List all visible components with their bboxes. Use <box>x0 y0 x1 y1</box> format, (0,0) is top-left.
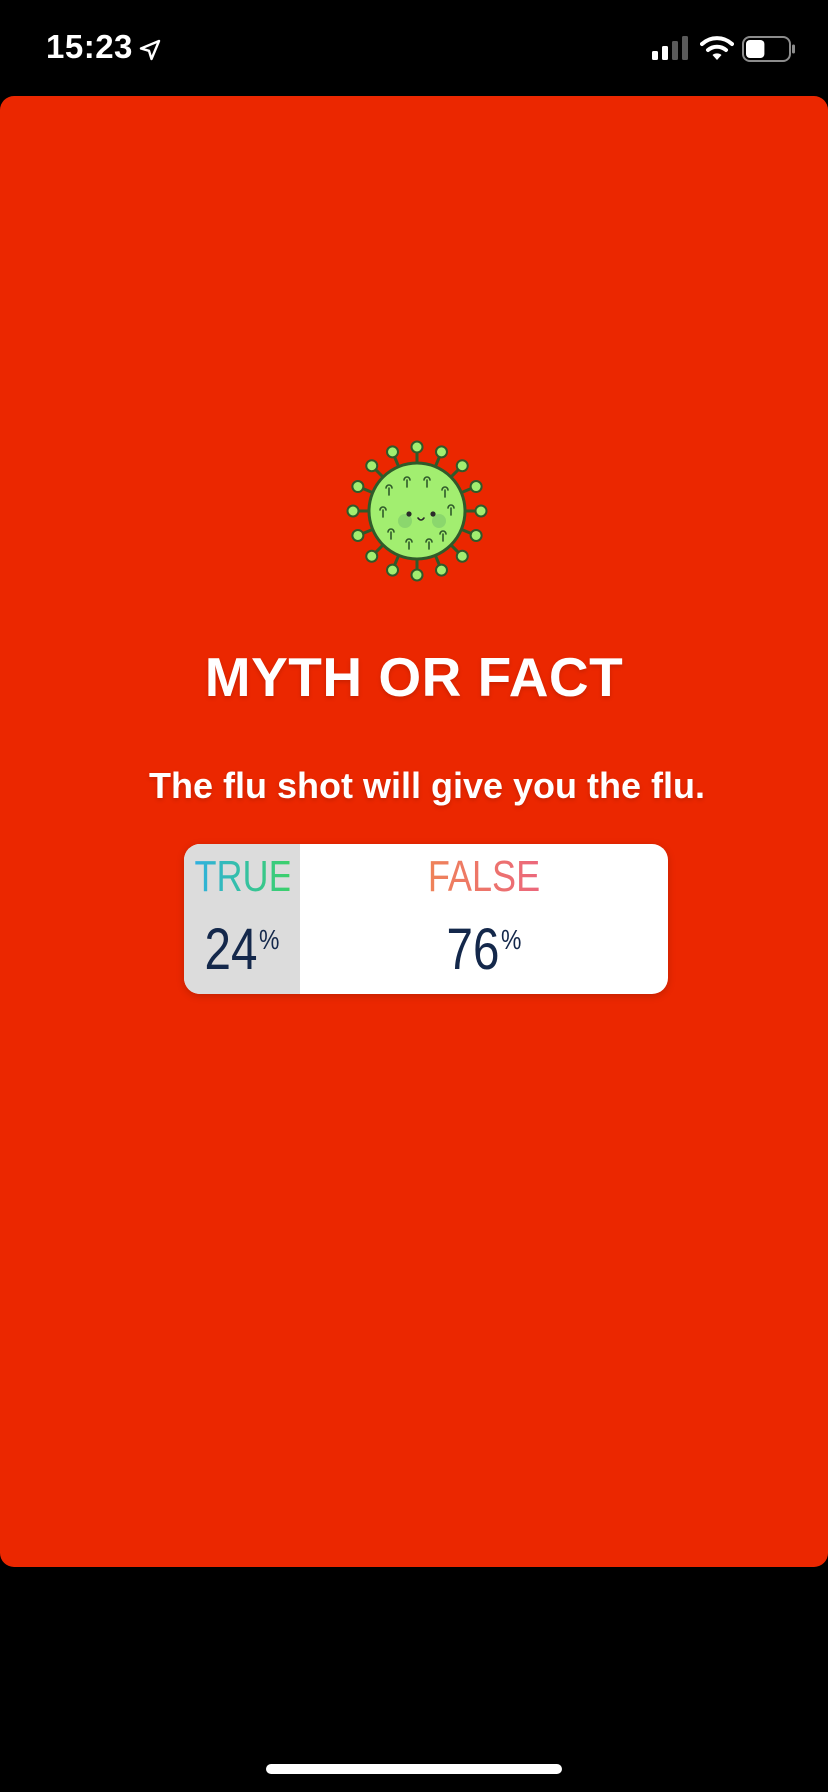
poll-option-true-label: TRUE <box>194 852 293 901</box>
screen: 15:23 MYTH OR FACT The flu shot will giv… <box>0 0 828 1792</box>
virus-icon <box>346 440 488 582</box>
status-time: 15:23 <box>46 28 133 65</box>
battery-icon <box>742 36 795 62</box>
poll-option-false-label: FALSE <box>333 852 635 902</box>
home-indicator[interactable] <box>266 1764 562 1774</box>
story-card[interactable]: MYTH OR FACT The flu shot will give you … <box>0 96 828 1567</box>
poll-widget: TRUE 24% FALSE 76% <box>184 844 668 994</box>
location-arrow-icon <box>139 39 161 61</box>
poll-option-false[interactable]: FALSE 76% <box>300 844 668 994</box>
poll-option-false-percent: 76% <box>446 917 522 982</box>
poll-question: The flu shot will give you the flu. <box>148 765 705 806</box>
cellular-signal-icon <box>652 36 688 60</box>
wifi-icon <box>700 36 734 60</box>
status-bar: 15:23 <box>0 0 828 96</box>
poll-option-true[interactable]: TRUE 24% <box>184 844 300 994</box>
poll-option-true-percent: 24% <box>204 917 280 982</box>
story-title: MYTH OR FACT <box>204 646 624 708</box>
